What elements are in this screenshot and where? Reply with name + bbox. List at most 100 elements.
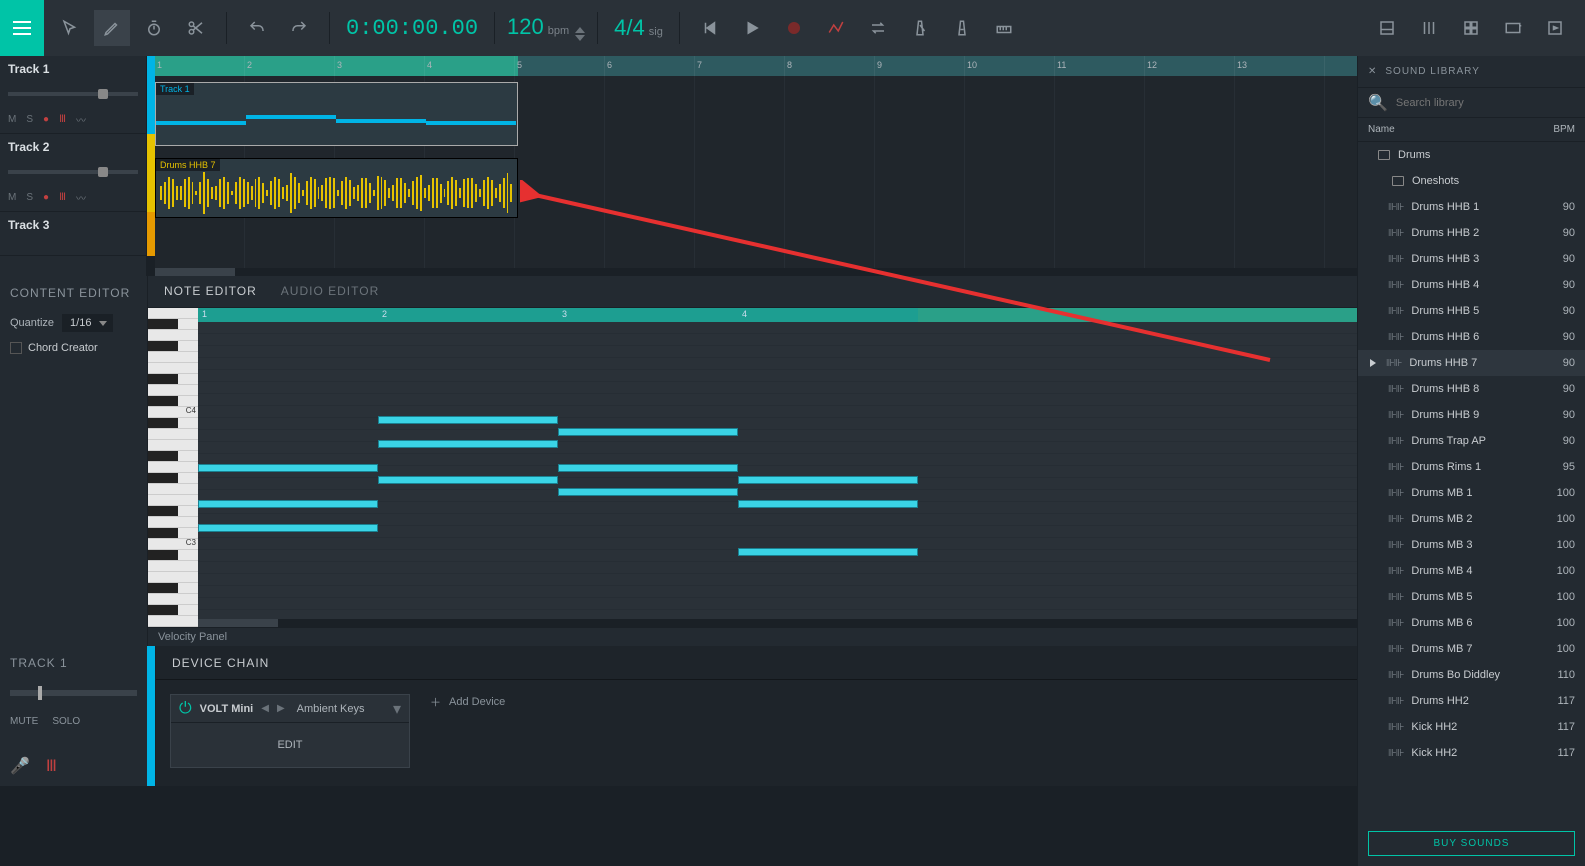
library-folder[interactable]: Oneshots (1358, 168, 1585, 194)
library-item[interactable]: ⊪⊪Drums MB 7100 (1358, 636, 1585, 662)
midi-note[interactable] (198, 500, 378, 508)
record-button[interactable] (776, 10, 812, 46)
library-item[interactable]: ⊪⊪Drums HHB 790 (1358, 350, 1585, 376)
midi-note[interactable] (378, 416, 558, 424)
midi-note[interactable] (738, 500, 918, 508)
metronome-button[interactable] (902, 10, 938, 46)
timesig-display[interactable]: 4/4 sig (602, 15, 675, 41)
piano-keyboard[interactable]: C4C3 (148, 308, 198, 627)
library-item[interactable]: ⊪⊪Drums MB 2100 (1358, 506, 1585, 532)
midi-note[interactable] (738, 476, 918, 484)
automation-icon[interactable]: 〰 (76, 112, 86, 127)
library-toggle-icon[interactable] (1537, 10, 1573, 46)
midi-note[interactable] (198, 464, 378, 472)
bpm-display[interactable]: 120 bpm (499, 14, 593, 42)
library-item[interactable]: ⊪⊪Drums Rims 195 (1358, 454, 1585, 480)
library-item[interactable]: ⊪⊪Drums Bo Diddley110 (1358, 662, 1585, 688)
library-item[interactable]: ⊪⊪Drums MB 3100 (1358, 532, 1585, 558)
library-item[interactable]: ⊪⊪Drums MB 1100 (1358, 480, 1585, 506)
settings-icon[interactable] (1495, 10, 1531, 46)
automation-icon[interactable] (818, 10, 854, 46)
library-item[interactable]: ⊪⊪Drums HHB 390 (1358, 246, 1585, 272)
skip-start-button[interactable] (692, 10, 728, 46)
preset-next-icon[interactable]: ▶ (277, 703, 285, 714)
quantize-select[interactable]: 1/16 (62, 314, 113, 332)
library-item[interactable]: ⊪⊪Drums Trap AP90 (1358, 428, 1585, 454)
midi-channel-icon[interactable]: Ⅲ (59, 114, 66, 125)
pointer-tool[interactable] (52, 10, 88, 46)
arm-record-icon[interactable]: ● (43, 114, 49, 125)
arm-record-icon[interactable]: ● (43, 192, 49, 203)
library-item[interactable]: ⊪⊪Drums MB 6100 (1358, 610, 1585, 636)
redo-button[interactable] (281, 10, 317, 46)
grid-icon[interactable] (1453, 10, 1489, 46)
midi-note[interactable] (558, 488, 738, 496)
library-item[interactable]: ⊪⊪Drums HHB 990 (1358, 402, 1585, 428)
midi-clip[interactable]: Track 1 (155, 82, 518, 146)
solo-button[interactable]: S (26, 114, 33, 125)
midi-note[interactable] (558, 428, 738, 436)
track-header-1[interactable]: Track 1 M S ● Ⅲ 〰 (0, 56, 146, 134)
column-name[interactable]: Name (1368, 124, 1395, 135)
library-item[interactable]: ⊪⊪Kick HH2117 (1358, 740, 1585, 766)
column-bpm[interactable]: BPM (1553, 124, 1575, 135)
track-volume-slider[interactable] (8, 92, 138, 96)
track-header-2[interactable]: Track 2 M S ● Ⅲ 〰 (0, 134, 146, 212)
midi-keyboard-button[interactable] (986, 10, 1022, 46)
library-item[interactable]: ⊪⊪Drums MB 5100 (1358, 584, 1585, 610)
tab-note-editor[interactable]: NOTE EDITOR (164, 284, 257, 298)
stopwatch-tool[interactable] (136, 10, 172, 46)
menu-button[interactable] (0, 0, 44, 56)
device-instrument[interactable]: ⏻ VOLT Mini ◀ ▶ Ambient Keys ▾ EDIT (170, 694, 410, 768)
chevron-down-icon[interactable]: ▾ (393, 699, 401, 719)
chord-creator-checkbox[interactable] (10, 342, 22, 354)
library-item[interactable]: ⊪⊪Drums HHB 190 (1358, 194, 1585, 220)
library-folder[interactable]: Drums (1358, 142, 1585, 168)
library-item[interactable]: ⊪⊪Kick HH2117 (1358, 714, 1585, 740)
library-item[interactable]: ⊪⊪Drums HHB 590 (1358, 298, 1585, 324)
library-item[interactable]: ⊪⊪Drums HHB 890 (1358, 376, 1585, 402)
add-device-button[interactable]: ＋ Add Device (430, 694, 505, 710)
bpm-spinner[interactable] (575, 26, 585, 42)
loop-button[interactable] (860, 10, 896, 46)
solo-button[interactable]: SOLO (52, 716, 80, 727)
library-item[interactable]: ⊪⊪Drums HHB 690 (1358, 324, 1585, 350)
library-item[interactable]: ⊪⊪Drums MB 4100 (1358, 558, 1585, 584)
record-arm-icon[interactable]: 🎤 (10, 756, 30, 776)
undo-button[interactable] (239, 10, 275, 46)
midi-channel-icon[interactable]: Ⅲ (59, 192, 66, 203)
automation-icon[interactable]: 〰 (76, 190, 86, 205)
pan-slider[interactable] (10, 690, 137, 696)
solo-button[interactable]: S (26, 192, 33, 203)
midi-note[interactable] (738, 548, 918, 556)
mute-button[interactable]: M (8, 192, 16, 203)
pencil-tool[interactable] (94, 10, 130, 46)
device-edit-button[interactable]: EDIT (171, 723, 409, 767)
preset-prev-icon[interactable]: ◀ (261, 703, 269, 714)
close-library-icon[interactable]: ✕ (1368, 66, 1377, 77)
midi-input-icon[interactable]: Ⅲ (46, 756, 57, 776)
mixer-icon[interactable] (1411, 10, 1447, 46)
midi-note[interactable] (558, 464, 738, 472)
scissors-tool[interactable] (178, 10, 214, 46)
library-item[interactable]: ⊪⊪Drums HHB 490 (1358, 272, 1585, 298)
play-button[interactable] (734, 10, 770, 46)
audio-clip[interactable]: Drums HHB 7 (155, 158, 518, 218)
midi-note[interactable] (198, 524, 378, 532)
midi-note[interactable] (378, 440, 558, 448)
view-layout-icon[interactable] (1369, 10, 1405, 46)
mute-button[interactable]: MUTE (10, 716, 38, 727)
time-display[interactable]: 0:00:00.00 (334, 16, 490, 41)
power-icon[interactable]: ⏻ (179, 700, 192, 718)
mute-button[interactable]: M (8, 114, 16, 125)
library-list[interactable]: Drums Oneshots ⊪⊪Drums HHB 190⊪⊪Drums HH… (1358, 142, 1585, 821)
buy-sounds-button[interactable]: BUY SOUNDS (1368, 831, 1575, 856)
library-item[interactable]: ⊪⊪Drums HH2117 (1358, 688, 1585, 714)
device-chain-tab[interactable]: DEVICE CHAIN (172, 656, 269, 670)
library-item[interactable]: ⊪⊪Drums HHB 290 (1358, 220, 1585, 246)
tab-audio-editor[interactable]: AUDIO EDITOR (281, 284, 379, 298)
track-volume-slider[interactable] (8, 170, 138, 174)
track-header-3[interactable]: Track 3 (0, 212, 146, 256)
countdown-button[interactable] (944, 10, 980, 46)
library-search-input[interactable] (1396, 97, 1575, 109)
